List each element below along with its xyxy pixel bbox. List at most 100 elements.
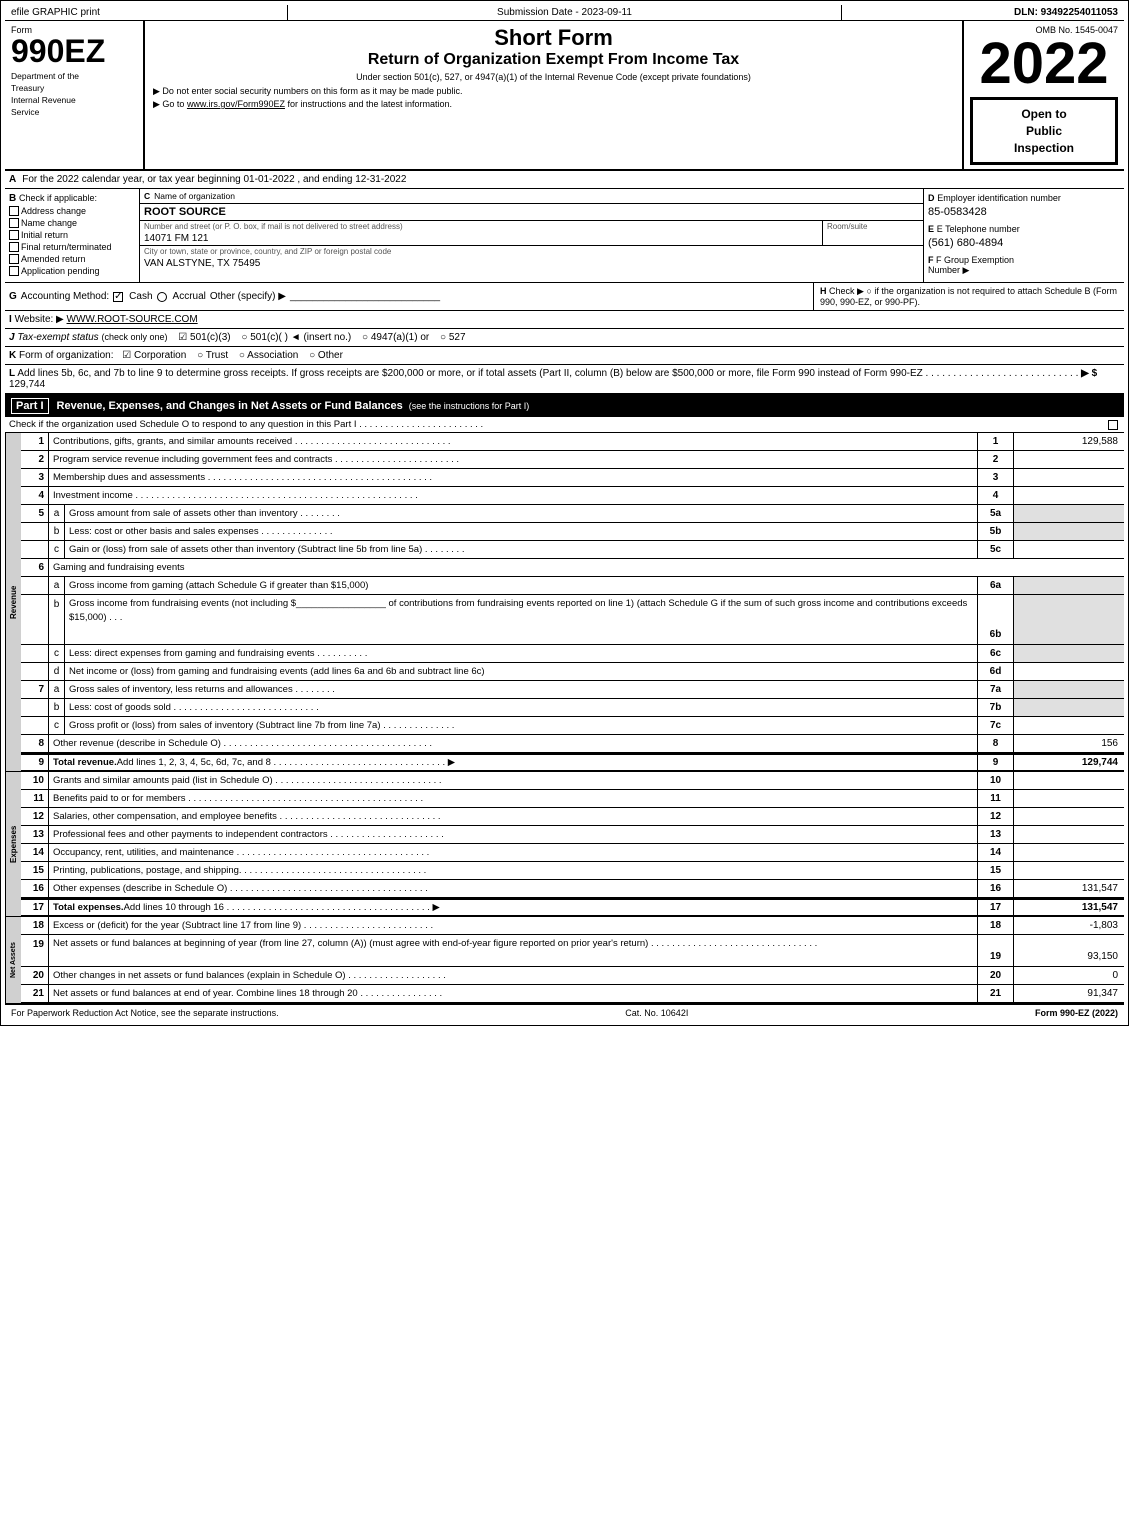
section-i: I Website: ▶ WWW.ROOT-SOURCE.COM [5,311,1124,329]
row-sub-7c: c [49,717,65,734]
website-label: Website: ▶ [15,314,64,325]
section-c-label: C [144,191,150,201]
section-d-label: D [928,193,935,203]
row-linenum-18: 18 [978,917,1014,934]
table-row: 13 Professional fees and other payments … [21,826,1124,844]
net-assets-section: Net Assets 18 Excess or (deficit) for th… [5,916,1124,1003]
row-sub-7b: b [49,699,65,716]
row-value-6a-shaded [1014,577,1124,594]
org-name-row: C Name of organization [140,189,923,204]
row-value-5a-shaded [1014,505,1124,522]
row-linenum-10: 10 [978,772,1014,789]
row-value-8: 156 [1014,735,1124,752]
row-sub-6c: c [49,645,65,662]
row-value-6c-shaded [1014,645,1124,662]
row-num-13: 13 [21,826,49,843]
city-label: City or town, state or province, country… [140,246,923,257]
row-linenum-5c: 5c [978,541,1014,558]
table-row: 16 Other expenses (describe in Schedule … [21,880,1124,898]
room-label: Room/suite [827,222,919,231]
row-desc-18: Excess or (deficit) for the year (Subtra… [49,917,978,934]
row-value-17: 131,547 [1014,900,1124,915]
accrual-label: Accrual [173,291,206,302]
k-option-other: ○ Other [309,350,343,361]
row-value-6b-shaded [1014,595,1124,644]
row-desc-13: Professional fees and other payments to … [49,826,978,843]
amended-return-checkbox[interactable] [9,254,19,264]
table-row: 1 Contributions, gifts, grants, and simi… [21,433,1124,451]
row-num-12: 12 [21,808,49,825]
section-b-title: Check if applicable: [19,193,97,203]
k-option-trust: ○ Trust [197,350,228,361]
row-num-8: 8 [21,735,49,752]
k-option-assoc: ○ Association [239,350,298,361]
ein-value: 85-0583428 [928,206,1120,218]
open-to-public-text: Open to Public Inspection [977,106,1111,156]
application-pending-checkbox[interactable] [9,266,19,276]
tel-label: E Telephone number [937,224,1020,234]
part1-schedule-o-checkbox[interactable] [1108,420,1118,430]
table-row: 9 Total revenue. Add lines 1, 2, 3, 4, 5… [21,753,1124,771]
row-desc-20: Other changes in net assets or fund bala… [49,967,978,984]
row-desc-5a: Gross amount from sale of assets other t… [65,505,978,522]
row-num-1: 1 [21,433,49,450]
row-linenum-17: 17 [978,900,1014,915]
row-value-7c [1014,717,1124,734]
row-linenum-9: 9 [978,755,1014,770]
group-label-letter: F [928,255,934,265]
row-desc-14: Occupancy, rent, utilities, and maintena… [49,844,978,861]
row-desc-7a: Gross sales of inventory, less returns a… [65,681,978,698]
row-sub-6d: d [49,663,65,680]
tel-label-letter: E [928,224,934,234]
expenses-side-label: Expenses [5,772,21,916]
row-desc-7c: Gross profit or (loss) from sales of inv… [65,717,978,734]
part1-see-instructions: (see the instructions for Part I) [409,401,530,411]
row-num-10: 10 [21,772,49,789]
section-k-label: K [9,350,16,361]
row-value-7b-shaded [1014,699,1124,716]
row-num-9: 9 [21,755,49,770]
row-desc-6c: Less: direct expenses from gaming and fu… [65,645,978,662]
row-desc-9: Total revenue. Add lines 1, 2, 3, 4, 5c,… [49,755,978,770]
city-value: VAN ALSTYNE, TX 75495 [140,257,923,270]
row-sub-5b: b [49,523,65,540]
cash-checkbox[interactable] [113,292,123,302]
section-l-label: L [9,368,15,379]
section-a-label: A [9,174,16,185]
table-row: 5 a Gross amount from sale of assets oth… [21,505,1124,523]
accounting-method-label: Accounting Method: [21,291,109,302]
section-h-text: Check ▶ ○ if the organization is not req… [820,286,1117,307]
tax-exempt-label: Tax-exempt status [17,332,98,343]
row-value-19: 93,150 [1014,935,1124,966]
initial-return-checkbox[interactable] [9,230,19,240]
section-j-label: J [9,332,15,343]
section-g: G Accounting Method: Cash Accrual Other … [5,283,814,310]
row-linenum-4: 4 [978,487,1014,504]
year-display: 2022 [970,35,1118,93]
row-num-5b-empty [21,523,49,540]
address-change-checkbox[interactable] [9,206,19,216]
row-num-6: 6 [21,559,49,576]
part1-label: Part I [11,398,49,414]
row-linenum-7b: 7b [978,699,1014,716]
other-label: Other (specify) ▶ [210,291,286,302]
row-sub-6a: a [49,577,65,594]
row-desc-21: Net assets or fund balances at end of ye… [49,985,978,1002]
row-value-21: 91,347 [1014,985,1124,1002]
row-desc-11: Benefits paid to or for members . . . . … [49,790,978,807]
efile-label: efile GRAPHIC print [5,5,288,20]
year-block: OMB No. 1545-0047 2022 Open to Public In… [964,21,1124,169]
row-value-2 [1014,451,1124,468]
table-row: 10 Grants and similar amounts paid (list… [21,772,1124,790]
final-return-checkbox[interactable] [9,242,19,252]
row-num-7b-empty [21,699,49,716]
row-value-3 [1014,469,1124,486]
address-label: Number and street (or P. O. box, if mail… [140,221,822,232]
name-change-checkbox[interactable] [9,218,19,228]
row-desc-12: Salaries, other compensation, and employ… [49,808,978,825]
accrual-checkbox[interactable] [157,292,167,302]
table-row: b Less: cost or other basis and sales ex… [21,523,1124,541]
form-number: 990EZ [11,35,137,67]
row-num-5c-empty [21,541,49,558]
row-num-21: 21 [21,985,49,1002]
